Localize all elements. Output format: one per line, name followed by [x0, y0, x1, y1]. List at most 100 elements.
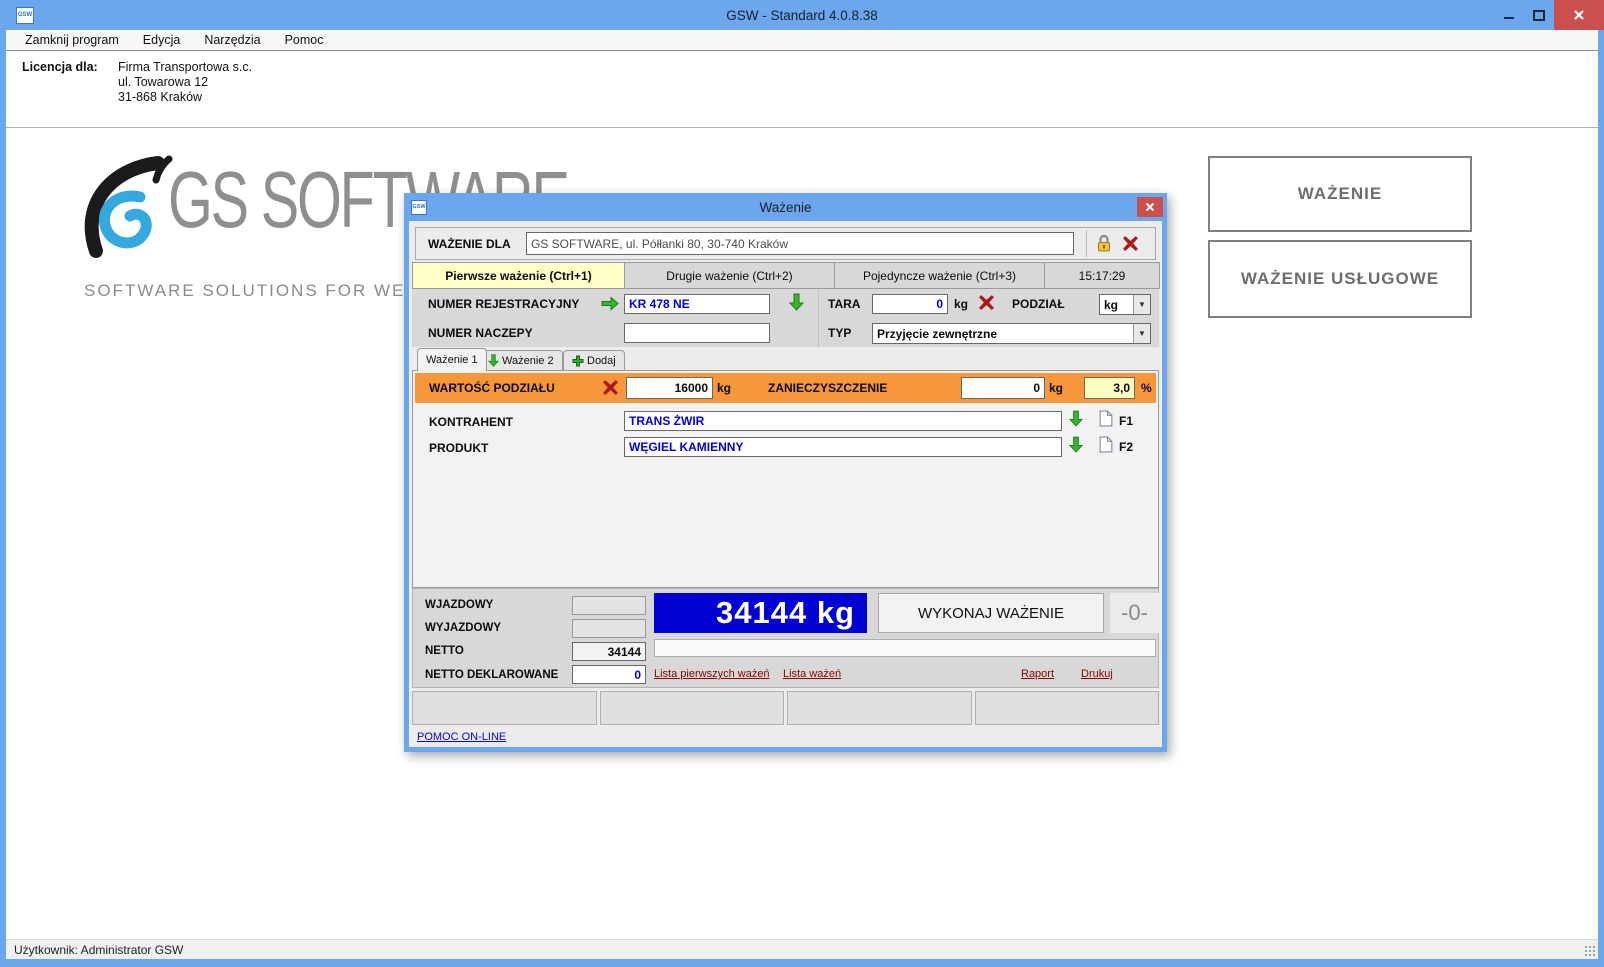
zero-indicator: -0- — [1110, 593, 1159, 633]
zanieczyszczenie-input[interactable] — [961, 377, 1045, 399]
wazenie-uslugowe-button-label: WAŻENIE USŁUGOWE — [1241, 269, 1439, 289]
menu-zamknij-program[interactable]: Zamknij program — [14, 31, 130, 49]
drukuj-link[interactable]: Drukuj — [1081, 668, 1113, 680]
statusbar: Użytkownik: Administrator GSW — [6, 939, 1598, 959]
wartosc-podzialu-input[interactable] — [626, 377, 713, 399]
window-border-bottom — [0, 959, 1604, 967]
netto-label: NETTO — [425, 645, 464, 657]
lista-wazen-link[interactable]: Lista ważeń — [783, 668, 841, 680]
wartosc-podzialu-label: WARTOŚĆ PODZIAŁU — [429, 381, 555, 395]
weighing-tabs: Pierwsze ważenie (Ctrl+1) Drugie ważenie… — [412, 262, 1159, 289]
percent-unit: % — [1141, 381, 1152, 395]
close-icon — [1145, 202, 1155, 212]
produkt-fkey: F2 — [1119, 440, 1133, 454]
arrow-down-icon[interactable] — [1069, 410, 1083, 427]
placeholder-button[interactable] — [412, 691, 597, 725]
kontrahent-label: KONTRAHENT — [429, 415, 513, 429]
license-line-3: 31-868 Kraków — [118, 90, 252, 105]
menu-pomoc[interactable]: Pomoc — [274, 31, 335, 49]
podzial-value: kg — [1100, 298, 1133, 312]
tara-input[interactable] — [872, 294, 948, 314]
arrow-down-icon[interactable] — [789, 293, 804, 311]
wazenie-dla-frame: WAŻENIE DLA — [415, 227, 1156, 260]
typ-select[interactable]: Przyjęcie zewnętrzne ▼ — [872, 323, 1151, 344]
wazenie-dla-input[interactable] — [526, 232, 1074, 255]
clear-icon[interactable] — [1122, 235, 1139, 252]
wazenie-dialog: Ważenie GSW WAŻENIE DLA — [404, 193, 1167, 752]
dialog-titlebar[interactable]: Ważenie GSW — [404, 193, 1167, 221]
dialog-title: Ważenie — [404, 200, 1167, 215]
wjazdowy-label: WJAZDOWY — [425, 599, 493, 611]
tab-dodaj-label: Dodaj — [587, 355, 616, 367]
tab-pierwsze-wazenie[interactable]: Pierwsze ważenie (Ctrl+1) — [412, 262, 625, 289]
window-title: GSW - Standard 4.0.8.38 — [0, 8, 1604, 23]
divider — [818, 289, 819, 347]
status-progress-field — [654, 639, 1156, 657]
placeholder-button[interactable] — [787, 691, 972, 725]
raport-link[interactable]: Raport — [1021, 668, 1054, 680]
netto-field — [572, 642, 646, 661]
divider — [1086, 230, 1087, 257]
numer-rejestracyjny-input[interactable] — [624, 294, 770, 314]
podzial-label: PODZIAŁ — [1012, 297, 1065, 311]
produkt-input[interactable] — [624, 437, 1062, 457]
chevron-down-icon[interactable]: ▼ — [1133, 295, 1150, 314]
netto-deklarowane-label: NETTO DEKLAROWANE — [425, 669, 558, 681]
typ-value: Przyjęcie zewnętrzne — [873, 327, 1133, 341]
podzial-select[interactable]: kg ▼ — [1099, 294, 1151, 315]
wazenie-button[interactable]: WAŻENIE — [1208, 156, 1472, 232]
menu-edycja[interactable]: Edycja — [132, 31, 192, 49]
tab-wazenie-2[interactable]: Ważenie 2 — [479, 350, 563, 370]
kontrahent-input[interactable] — [624, 411, 1062, 431]
arrow-right-icon — [601, 296, 619, 311]
tab-drugie-wazenie[interactable]: Drugie ważenie (Ctrl+2) — [624, 262, 835, 289]
document-icon[interactable] — [1099, 410, 1113, 427]
titlebar[interactable]: GSW - Standard 4.0.8.38 GSW — [0, 0, 1604, 30]
podzial-header-row: WARTOŚĆ PODZIAŁU kg ZANIECZYSZCZENIE kg … — [415, 373, 1156, 403]
close-button[interactable] — [1554, 0, 1604, 30]
minimize-icon — [1503, 9, 1515, 21]
tab-wazenie-1[interactable]: Ważenie 1 — [417, 348, 487, 371]
menubar: Zamknij program Edycja Narzędzia Pomoc — [6, 30, 1598, 51]
placeholder-button[interactable] — [975, 691, 1160, 725]
clear-tara-icon[interactable] — [978, 294, 995, 311]
menu-narzedzia[interactable]: Narzędzia — [193, 31, 271, 49]
wjazdowy-field — [572, 596, 646, 615]
arrow-down-icon[interactable] — [1069, 436, 1083, 453]
resize-grip[interactable] — [1585, 946, 1595, 956]
lista-pierwszych-wazen-link[interactable]: Lista pierwszych ważeń — [654, 668, 770, 680]
license-line-2: ul. Towarowa 12 — [118, 75, 252, 90]
license-panel: Licencja dla: Firma Transportowa s.c. ul… — [6, 51, 1598, 128]
clear-podzial-icon[interactable] — [602, 379, 619, 396]
tab-wazenie-1-label: Ważenie 1 — [426, 354, 478, 366]
vehicle-form-panel: NUMER REJESTRACYJNY NUMER NACZEPY TARA k… — [412, 289, 1159, 347]
lock-icon[interactable] — [1096, 234, 1112, 253]
tab-pojedyncze-wazenie[interactable]: Pojedyncze ważenie (Ctrl+3) — [834, 262, 1045, 289]
numer-rejestracyjny-label: NUMER REJESTRACYJNY — [428, 297, 579, 311]
document-icon[interactable] — [1099, 436, 1113, 453]
wazenie-uslugowe-button[interactable]: WAŻENIE USŁUGOWE — [1208, 240, 1472, 318]
license-label: Licencja dla: — [22, 60, 118, 127]
placeholder-button[interactable] — [600, 691, 785, 725]
wyjazdowy-label: WYJAZDOWY — [425, 622, 501, 634]
numer-naczepy-input[interactable] — [624, 323, 770, 343]
wartosc-podzialu-unit: kg — [717, 381, 731, 395]
tara-unit: kg — [954, 297, 968, 311]
tara-label: TARA — [828, 297, 860, 311]
plus-icon — [572, 355, 584, 367]
typ-label: TYP — [828, 326, 851, 340]
minimize-button[interactable] — [1494, 0, 1524, 30]
pomoc-online-link[interactable]: POMOC ON-LINE — [417, 731, 506, 743]
dialog-close-button[interactable] — [1137, 197, 1163, 217]
maximize-button[interactable] — [1524, 0, 1554, 30]
chevron-down-icon[interactable]: ▼ — [1133, 324, 1150, 343]
zanieczyszczenie-percent-input[interactable] — [1084, 377, 1135, 399]
wazenie-dla-label: WAŻENIE DLA — [428, 237, 511, 251]
results-panel: WJAZDOWY WYJAZDOWY NETTO NETTO DEKLAROWA… — [412, 588, 1159, 688]
zanieczyszczenie-label: ZANIECZYSZCZENIE — [768, 381, 887, 395]
netto-deklarowane-input[interactable] — [572, 665, 646, 684]
tab-dodaj[interactable]: Dodaj — [563, 350, 625, 370]
dialog-body: WAŻENIE DLA Pierwsze ważenie (Ctrl+1) — [404, 221, 1167, 752]
dialog-icon: GSW — [411, 200, 427, 215]
wykonaj-wazenie-button[interactable]: WYKONAJ WAŻENIE — [878, 593, 1104, 633]
